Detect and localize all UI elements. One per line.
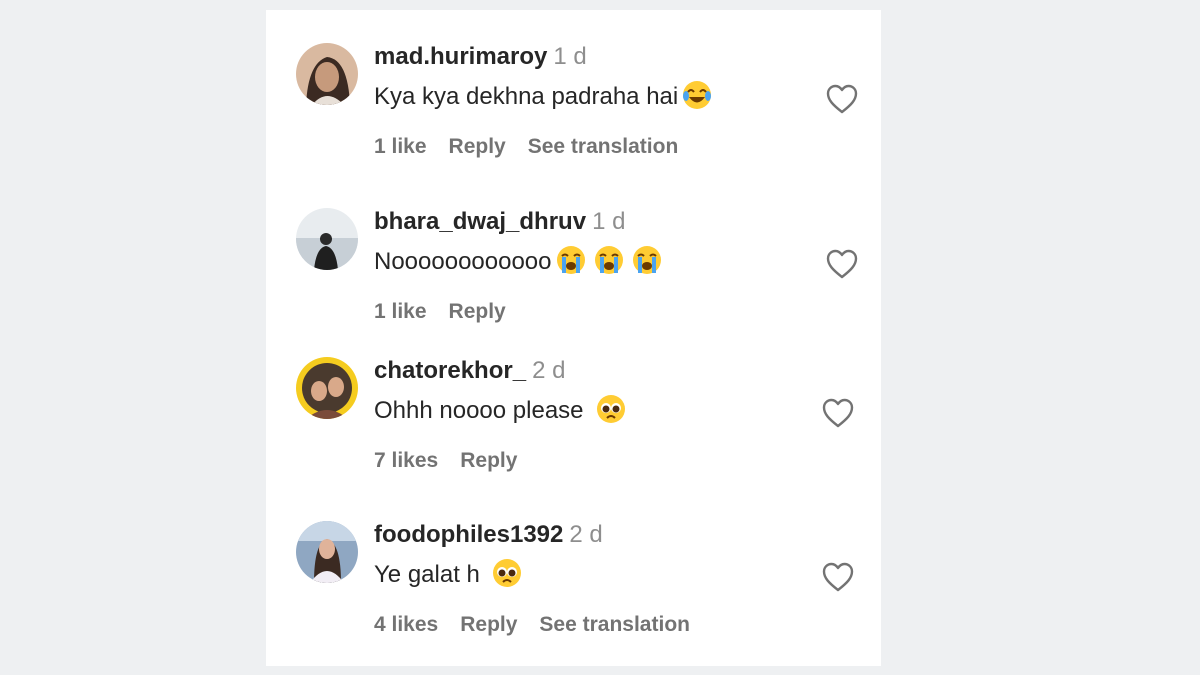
reply-button[interactable]: Reply [449,135,506,158]
avatar[interactable] [296,357,358,419]
avatar[interactable] [296,208,358,270]
username[interactable]: foodophiles1392 [374,521,563,548]
comment-item: mad.hurimaroy 1 d Kya kya dekhna padraha … [266,43,881,173]
see-translation-button[interactable]: See translation [528,135,679,158]
comment-body: Noooooooooooo [374,248,552,275]
comment-header: foodophiles1392 2 d [374,521,603,549]
heart-icon[interactable] [821,561,855,593]
avatar-image [296,208,358,270]
avatar-image [296,357,358,419]
likes-count[interactable]: 7 likes [374,449,438,472]
heart-icon[interactable] [825,83,859,115]
timestamp: 1 d [553,43,587,70]
comment-body: Ohhh noooo please [374,397,584,424]
comment-header: chatorekhor_ 2 d [374,357,565,385]
heart-icon[interactable] [825,248,859,280]
timestamp: 2 d [569,521,603,548]
reply-button[interactable]: Reply [449,300,506,323]
comment-header: bhara_dwaj_dhruv 1 d [374,208,625,236]
crying-emoji-icon [594,245,624,282]
crying-emoji-icon [556,245,586,282]
username[interactable]: bhara_dwaj_dhruv [374,208,586,235]
comment-body: Ye galat h [374,561,480,588]
reply-button[interactable]: Reply [460,613,517,636]
username[interactable]: chatorekhor_ [374,357,526,384]
comment-actions: 1 like Reply [374,299,528,325]
likes-count[interactable]: 1 like [374,135,427,158]
comment-body: Kya kya dekhna padraha hai [374,83,679,110]
timestamp: 2 d [532,357,566,384]
reply-button[interactable]: Reply [460,449,517,472]
comment-item: foodophiles1392 2 d Ye galat h 4 likes Rep… [266,521,881,651]
avatar-image [296,43,358,105]
comment-text: Noooooooooooo [374,245,662,282]
avatar-image [296,521,358,583]
laughing-tears-emoji-icon [682,80,712,117]
comment-item: bhara_dwaj_dhruv 1 d Noooooooooooo 1 like… [266,208,881,338]
see-translation-button[interactable]: See translation [539,613,690,636]
comment-item: chatorekhor_ 2 d Ohhh noooo please 7 like… [266,357,881,487]
avatar[interactable] [296,521,358,583]
avatar[interactable] [296,43,358,105]
pleading-emoji-icon [596,394,626,431]
comment-text: Ye galat h [374,558,522,595]
comment-actions: 4 likes Reply See translation [374,612,712,638]
likes-count[interactable]: 4 likes [374,613,438,636]
comment-actions: 7 likes Reply [374,448,539,474]
pleading-emoji-icon [492,558,522,595]
timestamp: 1 d [592,208,626,235]
comment-header: mad.hurimaroy 1 d [374,43,587,71]
comment-text: Ohhh noooo please [374,394,626,431]
comment-actions: 1 like Reply See translation [374,134,700,160]
likes-count[interactable]: 1 like [374,300,427,323]
username[interactable]: mad.hurimaroy [374,43,547,70]
heart-icon[interactable] [821,397,855,429]
crying-emoji-icon [632,245,662,282]
comment-text: Kya kya dekhna padraha hai [374,80,712,117]
comments-panel: mad.hurimaroy 1 d Kya kya dekhna padraha … [266,10,881,666]
